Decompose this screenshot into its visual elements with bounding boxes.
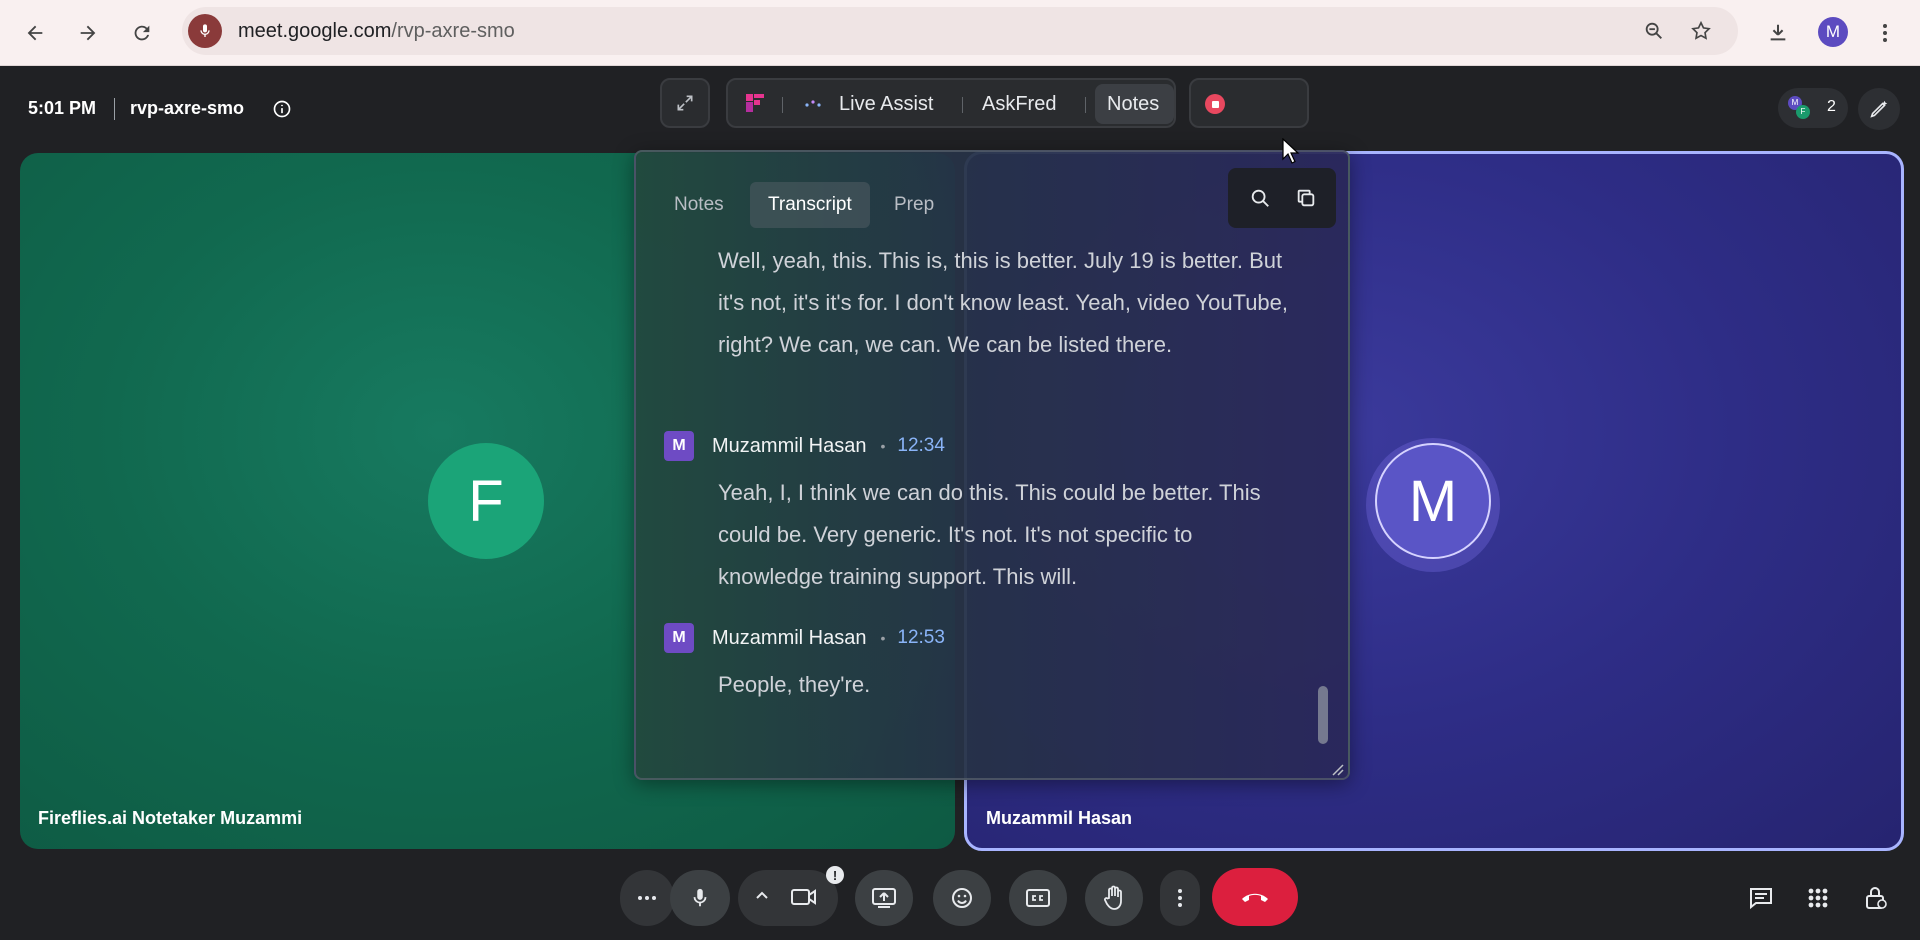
resize-handle-icon[interactable] <box>1330 762 1344 778</box>
participant-avatar-f: F <box>428 443 544 559</box>
emoji-reaction-button[interactable] <box>933 870 991 926</box>
mouse-cursor-icon <box>1282 137 1300 169</box>
recording-button[interactable] <box>1189 78 1309 128</box>
activities-icon[interactable] <box>1802 882 1834 914</box>
live-assist-button[interactable]: Live Assist <box>839 93 933 116</box>
speaker-timestamp[interactable]: 12:34 <box>897 435 945 457</box>
tab-notes[interactable]: Notes <box>656 182 742 228</box>
captions-button[interactable] <box>1009 870 1067 926</box>
more-reactions-button[interactable] <box>620 870 674 926</box>
info-icon[interactable] <box>272 99 292 124</box>
more-vert-icon[interactable] <box>1865 13 1905 53</box>
panel-toolbar <box>1228 168 1336 228</box>
meeting-time: 5:01 PM <box>28 98 97 118</box>
record-stop-icon <box>1205 94 1225 114</box>
forward-icon[interactable] <box>68 13 108 53</box>
participant-count: 2 <box>1827 98 1836 115</box>
transcript-text: People, they're. <box>718 672 871 697</box>
raise-hand-icon <box>1104 885 1122 910</box>
participant-avatar-m: M <box>1375 443 1491 559</box>
present-screen-button[interactable] <box>855 870 913 926</box>
transcript-text: Yeah, I, I think we can do this. This co… <box>718 480 1261 589</box>
divider <box>962 97 963 113</box>
tab-prep[interactable]: Prep <box>876 182 952 228</box>
expand-icon <box>677 95 693 111</box>
browser-toolbar: meet.google.com/rvp-axre-smo M <box>0 0 1920 66</box>
tab-transcript[interactable]: Transcript <box>750 182 870 228</box>
microphone-in-use-icon[interactable] <box>188 14 222 48</box>
camera-warning-badge: ! <box>826 866 844 884</box>
participant-name-right: Muzammil Hasan <box>986 808 1133 828</box>
speaker-name: Muzammil Hasan <box>712 434 867 457</box>
participant-avatar: F <box>1796 105 1810 119</box>
present-screen-icon <box>872 888 896 908</box>
notes-button-label: Notes <box>1107 93 1160 115</box>
profile-avatar[interactable]: M <box>1818 17 1848 47</box>
reload-icon[interactable] <box>122 13 162 53</box>
camera-icon[interactable] <box>790 886 818 913</box>
more-vert-icon <box>1178 889 1182 907</box>
participants-button[interactable]: M F 2 <box>1778 88 1848 128</box>
copy-icon[interactable] <box>1294 186 1318 210</box>
transcript-speaker-row: M Muzammil Hasan • 12:34 <box>664 431 945 461</box>
fireflies-toolbar: Live Assist AskFred Notes <box>726 78 1176 128</box>
separator-dot: • <box>880 438 886 454</box>
divider <box>114 98 115 120</box>
fireflies-logo-icon <box>746 94 764 117</box>
url-host: meet.google.com <box>238 20 392 42</box>
live-assist-icon <box>804 98 824 116</box>
raise-hand-button[interactable] <box>1085 870 1143 926</box>
separator-dot: • <box>880 630 886 646</box>
url-text: meet.google.com/rvp-axre-smo <box>238 20 515 43</box>
emoji-icon <box>952 888 972 908</box>
edit-button[interactable] <box>1858 88 1900 130</box>
camera-options-group <box>738 870 838 926</box>
fireflies-transcript-panel: Notes Transcript Prep Well, yeah, this. … <box>634 150 1350 780</box>
bookmark-star-icon[interactable] <box>1687 17 1715 45</box>
download-icon[interactable] <box>1758 13 1798 53</box>
meeting-code: rvp-axre-smo <box>130 98 245 118</box>
back-icon[interactable] <box>15 13 55 53</box>
speaker-name: Muzammil Hasan <box>712 626 867 649</box>
address-bar[interactable]: meet.google.com/rvp-axre-smo <box>182 7 1738 55</box>
leave-call-button[interactable] <box>1212 868 1298 926</box>
hang-up-icon <box>1242 893 1268 902</box>
transcript-speaker-row: M Muzammil Hasan • 12:53 <box>664 623 945 653</box>
microphone-icon <box>693 888 707 907</box>
speaker-avatar: M <box>664 623 694 653</box>
chat-icon[interactable] <box>1745 882 1777 914</box>
zoom-icon[interactable] <box>1640 17 1668 45</box>
speaker-timestamp[interactable]: 12:53 <box>897 627 945 649</box>
askfred-button[interactable]: AskFred <box>982 93 1056 116</box>
chevron-up-icon[interactable] <box>754 888 770 909</box>
expand-panel-button[interactable] <box>660 78 710 128</box>
host-controls-icon[interactable] <box>1860 882 1892 914</box>
more-horiz-icon <box>638 896 656 900</box>
pencil-sparkle-icon <box>1870 100 1888 118</box>
divider <box>782 97 783 113</box>
participant-name-left: Fireflies.ai Notetaker Muzammi <box>38 808 303 828</box>
divider <box>1085 97 1086 113</box>
url-path: /rvp-axre-smo <box>391 20 515 42</box>
more-options-button[interactable] <box>1160 870 1200 926</box>
search-icon[interactable] <box>1248 186 1272 210</box>
microphone-button[interactable] <box>670 870 730 926</box>
speaker-avatar: M <box>664 431 694 461</box>
scrollbar[interactable] <box>1318 686 1328 744</box>
captions-icon <box>1026 889 1050 907</box>
transcript-text: Well, yeah, this. This is, this is bette… <box>718 248 1289 357</box>
